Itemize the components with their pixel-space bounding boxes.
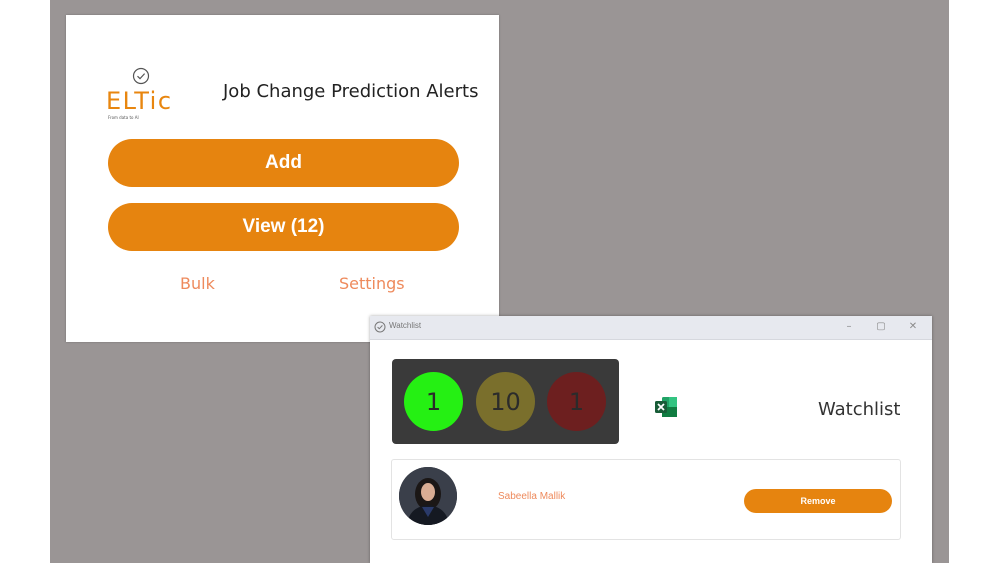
- logo-wordmark: ELTic: [106, 87, 173, 115]
- remove-button[interactable]: Remove: [744, 489, 892, 513]
- watchlist-window: Watchlist – ▢ ✕ 1 10 1 Watchlist Sabeell…: [370, 316, 932, 563]
- excel-export-icon[interactable]: [654, 396, 678, 418]
- watchlist-entry: Sabeella Mallik Remove: [391, 459, 901, 540]
- watchlist-heading: Watchlist: [818, 399, 901, 420]
- check-circle-icon: [132, 67, 150, 85]
- minimize-icon[interactable]: –: [842, 320, 856, 334]
- avatar: [399, 467, 457, 525]
- settings-link[interactable]: Settings: [339, 274, 405, 293]
- view-button[interactable]: View (12): [108, 203, 459, 251]
- window-title: Watchlist: [389, 321, 422, 330]
- stats-panel: 1 10 1: [392, 359, 619, 444]
- red-count-badge[interactable]: 1: [547, 372, 606, 431]
- maximize-icon[interactable]: ▢: [874, 320, 888, 334]
- popup-title: Job Change Prediction Alerts: [223, 81, 479, 102]
- green-count-badge[interactable]: 1: [404, 372, 463, 431]
- extension-popup: ELTic From data to AI Job Change Predict…: [66, 15, 499, 342]
- bulk-link[interactable]: Bulk: [180, 274, 215, 293]
- person-name[interactable]: Sabeella Mallik: [498, 491, 565, 502]
- olive-count-badge[interactable]: 10: [476, 372, 535, 431]
- add-button[interactable]: Add: [108, 139, 459, 187]
- check-circle-icon: [374, 321, 386, 333]
- close-icon[interactable]: ✕: [906, 320, 920, 334]
- eltic-logo: ELTic From data to AI: [106, 67, 186, 127]
- logo-tagline: From data to AI: [108, 115, 139, 120]
- window-titlebar[interactable]: Watchlist – ▢ ✕: [370, 316, 932, 340]
